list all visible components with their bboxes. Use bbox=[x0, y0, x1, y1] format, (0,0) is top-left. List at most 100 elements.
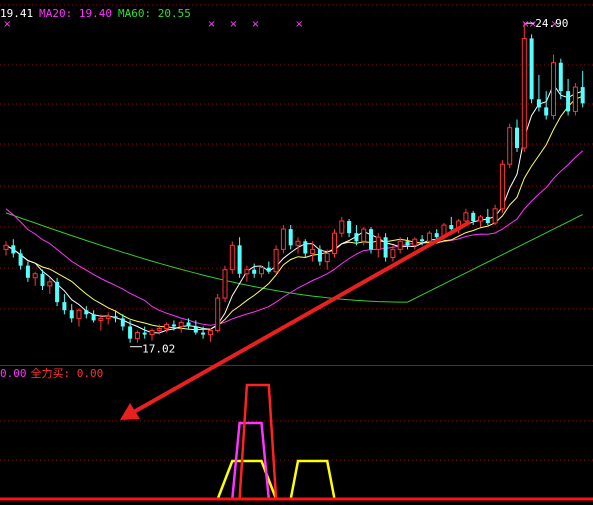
candle bbox=[572, 83, 578, 116]
candle-body bbox=[397, 240, 403, 250]
candle-body bbox=[507, 127, 513, 165]
candle-body bbox=[11, 245, 16, 254]
candle-body bbox=[252, 269, 257, 274]
candle-body bbox=[84, 310, 89, 315]
candle-body bbox=[55, 281, 60, 303]
candle bbox=[288, 225, 293, 250]
candle-body bbox=[171, 324, 176, 327]
candle-body bbox=[69, 310, 74, 319]
candle-body bbox=[375, 236, 381, 250]
indicator-first-value: 0.00 bbox=[0, 367, 27, 380]
candle-body bbox=[193, 326, 198, 333]
candle-body bbox=[551, 62, 556, 116]
candle bbox=[215, 294, 221, 333]
candle bbox=[478, 214, 483, 228]
candle bbox=[25, 261, 30, 282]
candle-body bbox=[244, 269, 250, 275]
indicator-buy-label: 全力买: 0.00 bbox=[30, 367, 104, 380]
candle bbox=[566, 78, 571, 116]
annotation-arrow bbox=[120, 220, 471, 420]
candle bbox=[544, 91, 549, 120]
candle bbox=[178, 320, 184, 333]
ma60-line bbox=[5, 212, 583, 303]
candle-body bbox=[149, 330, 155, 336]
candle-body bbox=[369, 229, 373, 250]
candle-body bbox=[449, 225, 454, 230]
candle bbox=[529, 34, 534, 104]
low-price-label: 17.02 bbox=[142, 343, 175, 356]
arrow-shaft bbox=[131, 220, 471, 415]
candle-body bbox=[25, 265, 30, 278]
candle bbox=[273, 245, 279, 274]
candle bbox=[62, 294, 67, 315]
stock-chart-canvas[interactable]: × × × × × ×× × 24.90 17.02 bbox=[0, 0, 593, 505]
candle-body bbox=[164, 323, 170, 330]
candle-body bbox=[259, 267, 264, 275]
candle bbox=[280, 225, 286, 254]
candle-body bbox=[201, 332, 206, 335]
candle-body bbox=[134, 332, 140, 340]
candle bbox=[229, 241, 235, 274]
candle bbox=[492, 204, 498, 226]
candle-body bbox=[354, 233, 359, 242]
candle-body bbox=[76, 309, 82, 319]
candle bbox=[98, 314, 104, 331]
candle bbox=[91, 310, 96, 323]
candle bbox=[142, 326, 147, 339]
candle bbox=[47, 277, 53, 295]
candle bbox=[551, 54, 556, 120]
candle bbox=[266, 261, 271, 274]
indicator-legend: 0.00 全力买: 0.00 bbox=[0, 367, 107, 381]
candle bbox=[134, 330, 140, 343]
signal-marker: × bbox=[251, 19, 259, 30]
candle-body bbox=[566, 91, 571, 112]
candle bbox=[237, 237, 242, 278]
candle bbox=[259, 265, 264, 278]
candle-body bbox=[478, 216, 483, 222]
candle bbox=[252, 263, 257, 278]
candle-body bbox=[361, 228, 367, 242]
candle bbox=[580, 70, 585, 108]
candle-body bbox=[339, 220, 345, 234]
candle-body bbox=[237, 245, 242, 274]
signal-marker: × bbox=[229, 19, 237, 30]
candle-body bbox=[580, 87, 585, 104]
candle bbox=[222, 265, 228, 303]
candle-body bbox=[273, 248, 279, 273]
signal-marker: × bbox=[207, 19, 215, 30]
candle bbox=[149, 328, 155, 341]
candle-body bbox=[62, 302, 67, 311]
candle bbox=[55, 277, 60, 307]
candle bbox=[3, 241, 9, 256]
candle-body bbox=[40, 273, 45, 286]
candle-body bbox=[288, 229, 293, 246]
candle-body bbox=[521, 37, 527, 149]
candle-body bbox=[558, 62, 563, 92]
candle-body bbox=[515, 127, 519, 148]
candle bbox=[84, 306, 89, 319]
candle-body bbox=[215, 297, 221, 332]
candle-body bbox=[347, 220, 352, 234]
candle bbox=[347, 218, 352, 238]
ma10-value: 19.41 bbox=[0, 7, 34, 20]
candle bbox=[536, 74, 541, 112]
candle-body bbox=[463, 212, 469, 222]
candle-body bbox=[303, 241, 308, 254]
candle-body bbox=[412, 238, 418, 246]
candle-body bbox=[98, 317, 104, 321]
candle bbox=[105, 312, 111, 325]
candle-body bbox=[178, 321, 184, 327]
candle bbox=[361, 227, 367, 246]
ma20-label: MA20: 19.40 bbox=[39, 7, 112, 20]
candle-body bbox=[572, 86, 578, 112]
candle bbox=[303, 239, 308, 258]
candle-body bbox=[280, 228, 286, 250]
candle bbox=[69, 304, 74, 323]
candle-body bbox=[544, 107, 549, 116]
candle bbox=[18, 249, 23, 270]
candle-body bbox=[310, 248, 316, 254]
candle-body bbox=[207, 330, 213, 336]
candle bbox=[405, 237, 410, 250]
candle bbox=[339, 216, 345, 238]
candle-body bbox=[317, 249, 322, 262]
